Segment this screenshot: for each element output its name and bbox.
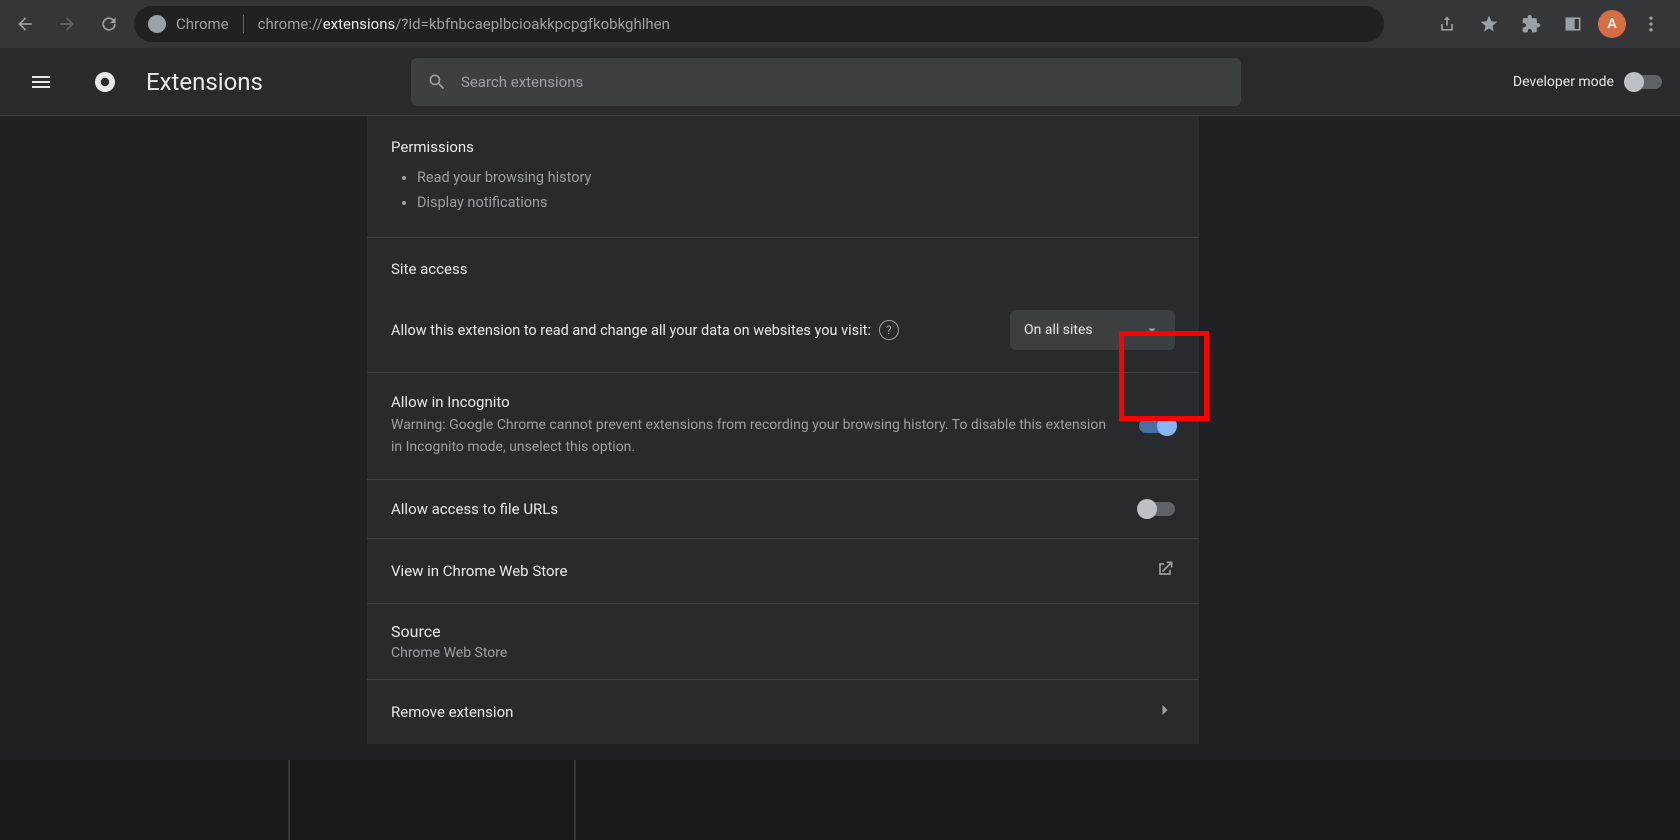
help-icon[interactable]: ? xyxy=(879,320,899,340)
site-access-select[interactable]: On all sites xyxy=(1010,310,1175,350)
remove-extension-row[interactable]: Remove extension xyxy=(367,680,1199,744)
permission-item: Display notifications xyxy=(417,191,1175,216)
allow-incognito-toggle[interactable] xyxy=(1139,419,1175,433)
share-icon[interactable] xyxy=(1430,7,1464,41)
extension-detail-card: Permissions Read your browsing history D… xyxy=(367,116,1199,744)
search-extensions-box[interactable] xyxy=(411,58,1241,106)
app-header: Extensions Developer mode xyxy=(0,48,1680,116)
webstore-title: View in Chrome Web Store xyxy=(391,562,1135,580)
remove-title: Remove extension xyxy=(391,703,1135,721)
developer-mode-toggle[interactable] xyxy=(1626,75,1662,89)
site-access-title: Site access xyxy=(391,260,1175,278)
site-access-section: Site access Allow this extension to read… xyxy=(367,238,1199,373)
site-identity-icon xyxy=(148,15,166,33)
bottom-tab[interactable] xyxy=(290,760,576,840)
extensions-puzzle-icon[interactable] xyxy=(1514,7,1548,41)
reload-button[interactable] xyxy=(92,7,126,41)
url-product: Chrome xyxy=(176,15,229,33)
incognito-title: Allow in Incognito xyxy=(391,393,1119,411)
source-value: Chrome Web Store xyxy=(391,645,1175,661)
allow-fileurls-row: Allow access to file URLs xyxy=(367,480,1199,539)
incognito-warning: Warning: Google Chrome cannot prevent ex… xyxy=(391,415,1119,458)
view-webstore-row[interactable]: View in Chrome Web Store xyxy=(367,539,1199,604)
separator xyxy=(243,15,244,33)
menu-hamburger-icon[interactable] xyxy=(18,59,64,105)
allow-incognito-row: Allow in Incognito Warning: Google Chrom… xyxy=(367,373,1199,479)
url-display: chrome://extensions/?id=kbfnbcaeplbcioak… xyxy=(258,15,670,33)
forward-button[interactable] xyxy=(50,7,84,41)
profile-avatar[interactable]: A xyxy=(1598,10,1626,38)
permissions-section: Permissions Read your browsing history D… xyxy=(367,116,1199,238)
bottom-tab[interactable] xyxy=(0,760,290,840)
source-title: Source xyxy=(391,622,1175,641)
permissions-list: Read your browsing history Display notif… xyxy=(391,166,1175,215)
chrome-logo-icon xyxy=(82,59,128,105)
page-title: Extensions xyxy=(146,68,263,96)
bookmark-star-icon[interactable] xyxy=(1472,7,1506,41)
permissions-title: Permissions xyxy=(391,138,1175,156)
chevron-right-icon xyxy=(1155,700,1175,724)
chevron-down-icon xyxy=(1143,321,1161,339)
source-row: Source Chrome Web Store xyxy=(367,604,1199,680)
bottom-tab-strip xyxy=(0,760,1680,840)
allow-fileurls-toggle[interactable] xyxy=(1139,502,1175,516)
search-icon xyxy=(427,72,447,92)
address-bar[interactable]: Chrome chrome://extensions/?id=kbfnbcaep… xyxy=(134,6,1384,42)
back-button[interactable] xyxy=(8,7,42,41)
open-external-icon xyxy=(1155,559,1175,583)
search-input[interactable] xyxy=(461,73,1225,91)
site-access-selected: On all sites xyxy=(1024,322,1093,338)
side-panel-icon[interactable] xyxy=(1556,7,1590,41)
permission-item: Read your browsing history xyxy=(417,166,1175,191)
browser-top-bar: Chrome chrome://extensions/?id=kbfnbcaep… xyxy=(0,0,1680,48)
site-access-prompt: Allow this extension to read and change … xyxy=(391,322,871,339)
developer-mode-label: Developer mode xyxy=(1513,74,1614,90)
content-area: Permissions Read your browsing history D… xyxy=(0,116,1680,760)
fileurls-title: Allow access to file URLs xyxy=(391,500,1119,518)
kebab-menu-icon[interactable] xyxy=(1634,7,1668,41)
